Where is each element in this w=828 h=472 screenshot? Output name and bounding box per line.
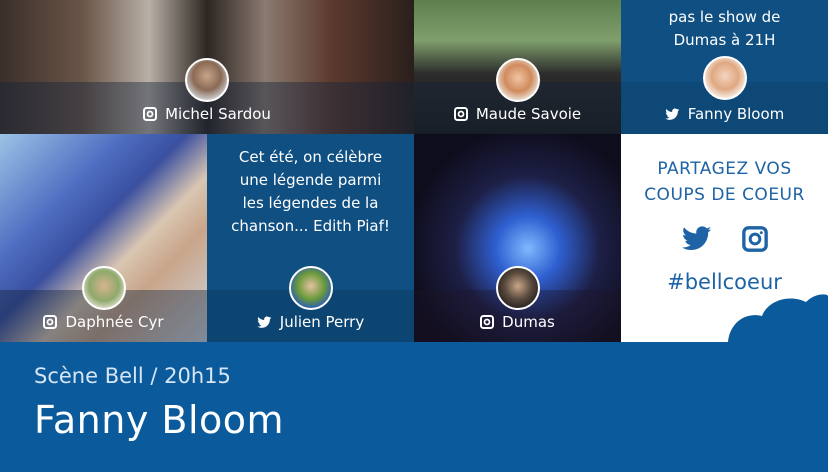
avatar (81, 266, 126, 310)
share-card: PARTAGEZ VOS COUPS DE COEUR #bellcoeur (621, 134, 828, 342)
instagram-icon[interactable] (742, 226, 768, 256)
author-name[interactable]: Michel Sardou (165, 105, 271, 123)
cloud-decoration (728, 294, 828, 342)
twitter-icon (257, 315, 272, 333)
tweet-text: Cet été, on célèbre une légende parmi le… (231, 148, 390, 235)
social-wall: Michel Sardou Maude Savoie pas le show d… (0, 0, 828, 342)
share-title: PARTAGEZ VOS COUPS DE COEUR (644, 159, 805, 205)
post-tile-dumas[interactable]: Dumas (414, 134, 621, 342)
author-name[interactable]: Dumas (502, 313, 555, 331)
instagram-icon (143, 107, 158, 125)
author-name[interactable]: Julien Perry (280, 313, 364, 331)
post-tile-daphnee-cyr[interactable]: Daphnée Cyr (0, 134, 207, 342)
author-name[interactable]: Maude Savoie (476, 105, 581, 123)
twitter-icon (664, 107, 680, 125)
share-icons (621, 226, 828, 256)
instagram-icon (453, 107, 468, 125)
now-playing-banner: Scène Bell / 20h15 Fanny Bloom (0, 342, 828, 472)
avatar (495, 58, 540, 102)
post-tile-fanny-bloom[interactable]: pas le show de Dumas à 21H Fanny Bloom (621, 0, 828, 134)
author-name[interactable]: Fanny Bloom (688, 105, 785, 123)
avatar (288, 266, 333, 310)
instagram-icon (43, 315, 58, 333)
avatar (702, 56, 747, 100)
author-name[interactable]: Daphnée Cyr (65, 313, 163, 331)
post-tile-michel-sardou[interactable]: Michel Sardou (0, 0, 414, 134)
artist-title: Fanny Bloom (34, 398, 285, 442)
stage-time: Scène Bell / 20h15 (34, 364, 231, 388)
instagram-icon (480, 315, 495, 333)
twitter-icon[interactable] (681, 226, 713, 256)
avatar (185, 58, 229, 102)
avatar (495, 266, 540, 310)
post-tile-julien-perry[interactable]: Cet été, on célèbre une légende parmi le… (207, 134, 414, 342)
tweet-text: pas le show de Dumas à 21H (668, 8, 781, 49)
post-tile-maude-savoie[interactable]: Maude Savoie (414, 0, 621, 134)
